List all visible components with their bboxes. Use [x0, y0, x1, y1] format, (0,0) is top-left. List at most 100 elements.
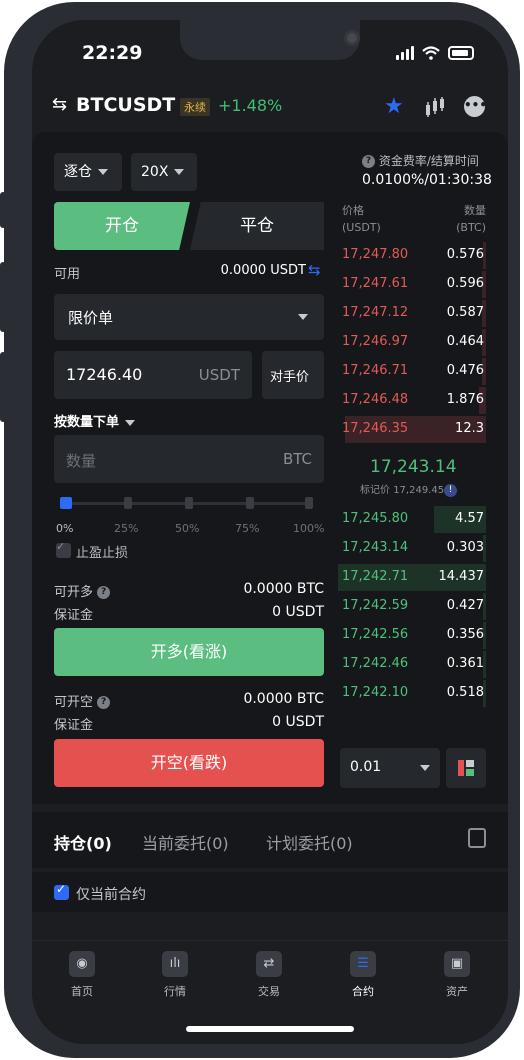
- bid-row[interactable]: 17,242.59 0.427: [338, 592, 486, 621]
- contract-icon: ☰: [350, 951, 376, 977]
- info-icon[interactable]: !: [444, 483, 458, 497]
- open-long-button[interactable]: 开多(看涨): [54, 628, 324, 676]
- order-qty: 14.437: [438, 569, 485, 584]
- mark-label: 标记价: [360, 485, 390, 496]
- bid-row[interactable]: 17,242.46 0.361: [338, 650, 486, 679]
- ask-row[interactable]: 17,246.71 0.476: [338, 357, 486, 386]
- quantity-input[interactable]: 数量 BTC: [54, 435, 324, 483]
- margin-mode-select[interactable]: 逐仓: [54, 153, 122, 191]
- order-qty: 12.3: [455, 421, 484, 436]
- available-value: 0.0000 USDT: [220, 263, 306, 278]
- slider-label: 0%: [56, 522, 74, 535]
- slider-mark[interactable]: [124, 497, 132, 509]
- price-input[interactable]: 17246.40 USDT: [54, 351, 252, 399]
- bid-row[interactable]: 17,245.80 4.57: [338, 505, 486, 534]
- help-icon: ?: [362, 155, 375, 168]
- nav-assets[interactable]: ▣ 资产: [427, 951, 487, 999]
- notch: [180, 20, 360, 60]
- bid-row[interactable]: 17,242.71 14.437: [338, 563, 486, 592]
- wallet-icon: ▣: [444, 951, 470, 977]
- slider-mark[interactable]: [185, 497, 193, 509]
- order-qty: 0.576: [446, 247, 484, 262]
- order-list-icon[interactable]: [468, 828, 486, 848]
- order-qty: 1.876: [446, 392, 484, 407]
- check-icon: ✓: [56, 882, 67, 896]
- leverage-select[interactable]: 20X: [131, 153, 197, 191]
- switch-contract-icon[interactable]: ⇆: [52, 94, 67, 115]
- bid-row[interactable]: 17,243.14 0.303: [338, 534, 486, 563]
- slider-handle[interactable]: [60, 497, 72, 509]
- precision-select[interactable]: 0.01: [340, 748, 440, 788]
- order-price: 17,247.80: [342, 247, 409, 262]
- open-short-button[interactable]: 开空(看跌): [54, 739, 324, 787]
- check-icon: ✓: [56, 540, 66, 553]
- nav-assets-label: 资产: [446, 985, 468, 998]
- tab-open[interactable]: 开仓: [54, 202, 190, 250]
- nav-home[interactable]: ◉ 首页: [52, 951, 112, 999]
- nav-contract[interactable]: ☰ 合约: [333, 951, 393, 999]
- mark-value: 17,249.45: [393, 485, 445, 496]
- bid-row[interactable]: 17,242.10 0.518: [338, 679, 486, 708]
- order-price: 17,246.48: [342, 392, 409, 407]
- transfer-icon[interactable]: ⇆: [308, 261, 321, 279]
- can-open-short-label: 可开空 ?: [54, 691, 111, 710]
- price-unit: USDT: [198, 366, 240, 384]
- help-icon[interactable]: ?: [97, 586, 111, 599]
- short-margin-label: 保证金: [54, 718, 94, 733]
- slider-mark[interactable]: [305, 497, 313, 509]
- tab-positions[interactable]: 持仓(0): [54, 830, 112, 854]
- order-price: 17,246.35: [342, 421, 409, 436]
- can-open-short-text: 可开空: [54, 695, 94, 710]
- order-qty: 0.518: [446, 685, 484, 700]
- funding-label[interactable]: ? 资金费率/结算时间: [362, 152, 479, 169]
- ask-row[interactable]: 17,246.48 1.876: [338, 386, 486, 415]
- long-margin-value: 0 USDT: [272, 604, 324, 620]
- help-icon[interactable]: ?: [97, 696, 111, 709]
- short-margin-value: 0 USDT: [272, 714, 324, 730]
- favorite-star-icon[interactable]: ★: [384, 94, 404, 119]
- more-icon[interactable]: •••: [464, 96, 487, 117]
- qty-mode-select[interactable]: 按数量下单: [54, 411, 136, 430]
- nav-market-label: 行情: [164, 985, 186, 998]
- wifi-icon: [422, 46, 440, 60]
- tab-close[interactable]: 平仓: [190, 202, 324, 250]
- chevron-down-icon: [174, 169, 185, 175]
- ob-price-unit: (USDT): [342, 221, 381, 234]
- ob-price-head: 价格: [342, 204, 364, 217]
- order-qty: 0.427: [446, 598, 484, 613]
- ask-row[interactable]: 17,247.80 0.576: [338, 241, 486, 270]
- contract-symbol[interactable]: BTCUSDT: [76, 94, 175, 116]
- can-open-short-value: 0.0000 BTC: [243, 691, 324, 707]
- ask-row[interactable]: 17,246.97 0.464: [338, 328, 486, 357]
- order-type-select[interactable]: 限价单: [54, 294, 324, 340]
- tab-open-orders[interactable]: 当前委托(0): [142, 830, 229, 854]
- price-value: 17246.40: [66, 365, 143, 384]
- ask-row[interactable]: 17,246.35 12.3: [338, 415, 486, 444]
- chevron-down-icon: [125, 419, 136, 426]
- order-price: 17,246.71: [342, 363, 409, 378]
- nav-market[interactable]: ılı 行情: [145, 951, 205, 999]
- ob-qty-unit: (BTC): [456, 221, 486, 234]
- slider-mark[interactable]: [246, 497, 254, 509]
- order-price: 17,246.97: [342, 334, 409, 349]
- position-tabs: 持仓(0) 当前委托(0) 计划委托(0): [32, 812, 508, 868]
- nav-trade[interactable]: ⇄ 交易: [239, 951, 299, 999]
- counterparty-price-button[interactable]: 对手价: [262, 351, 324, 399]
- ask-row[interactable]: 17,247.61 0.596: [338, 270, 486, 299]
- market-chart-icon: ılı: [162, 951, 188, 977]
- order-qty: 0.596: [446, 276, 484, 291]
- funding-value: 0.0100%/01:30:38: [362, 172, 492, 188]
- tab-plan-orders[interactable]: 计划委托(0): [266, 830, 353, 854]
- order-qty: 0.356: [446, 627, 484, 642]
- home-indicator[interactable]: [186, 1026, 354, 1032]
- last-price[interactable]: 17,243.14: [370, 457, 457, 477]
- ask-row[interactable]: 17,247.12 0.587: [338, 299, 486, 328]
- ob-qty-head: 数量: [464, 204, 486, 217]
- slider-label: 25%: [114, 522, 139, 535]
- order-price: 17,242.10: [342, 685, 409, 700]
- bid-row[interactable]: 17,242.56 0.356: [338, 621, 486, 650]
- status-icons: [396, 46, 474, 60]
- orderbook-layout-button[interactable]: [446, 748, 486, 788]
- long-margin-label: 保证金: [54, 608, 94, 623]
- candlestick-chart-icon[interactable]: [424, 96, 446, 118]
